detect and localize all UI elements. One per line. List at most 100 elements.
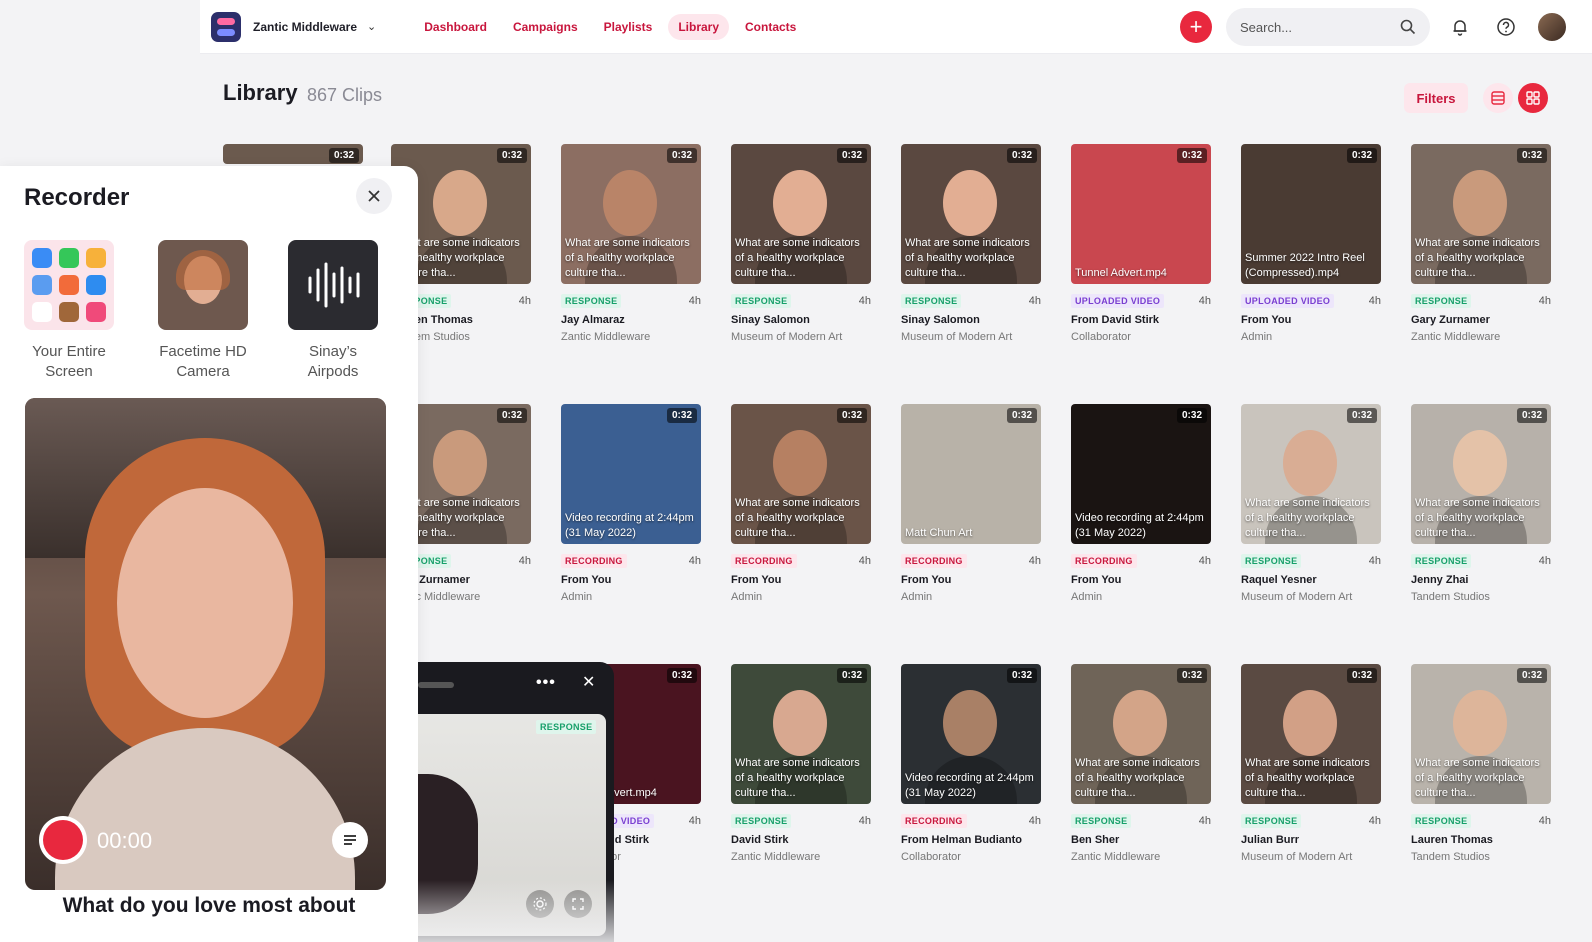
workspace-name: Zantic Middleware [253, 19, 358, 34]
clip-author: From You [901, 574, 952, 586]
clip-card[interactable]: 0:32 What are some indicators of a healt… [731, 664, 871, 863]
clip-duration: 0:32 [666, 668, 697, 683]
nav-campaigns[interactable]: Campaigns [503, 14, 588, 40]
clip-card[interactable]: 0:32 Summer 2022 Intro Reel (Compressed)… [1241, 144, 1381, 343]
clip-organization: Collaborator [1071, 331, 1131, 343]
record-icon [43, 820, 83, 860]
nav-library[interactable]: Library [668, 13, 730, 40]
clip-type-tag: UPLOADED VIDEO [1241, 294, 1335, 308]
clip-card[interactable]: 0:32 What are some indicators of a healt… [1411, 664, 1551, 863]
clip-thumbnail: 0:32 Video recording at 2:44pm (31 May 2… [901, 664, 1041, 804]
help-button[interactable] [1490, 11, 1522, 43]
clip-thumbnail: 0:32 What are some indicators of a healt… [901, 144, 1041, 284]
clip-organization: Admin [1241, 331, 1273, 343]
filters-button[interactable]: Filters [1404, 83, 1468, 113]
clip-duration: 0:32 [1176, 668, 1207, 683]
search-box [1226, 8, 1430, 46]
clip-card[interactable]: 0:32 What are some indicators of a healt… [901, 144, 1041, 343]
clip-author: Jenny Zhai [1411, 574, 1469, 586]
clip-organization: Admin [901, 591, 933, 603]
clip-duration: 0:32 [666, 148, 697, 163]
user-avatar[interactable] [1536, 11, 1568, 43]
notifications-button[interactable] [1444, 11, 1476, 43]
nav-dashboard[interactable]: Dashboard [414, 14, 497, 40]
clip-organization: Zantic Middleware [731, 851, 821, 863]
clip-caption: What are some indicators of a healthy wo… [735, 237, 860, 279]
search-icon[interactable] [1400, 19, 1416, 35]
clip-type-tag: RESPONSE [1241, 554, 1302, 568]
clip-age: 4h [688, 295, 701, 307]
clip-card[interactable]: 0:32 Video recording at 2:44pm (31 May 2… [561, 404, 701, 603]
clip-organization: Tandem Studios [1411, 591, 1490, 603]
clip-card[interactable]: 0:32 What are some indicators of a healt… [1411, 144, 1551, 343]
clip-card[interactable]: 0:32 What are some indicators of a healt… [731, 404, 871, 603]
list-view-button[interactable] [1483, 83, 1513, 113]
clip-type-tag: RESPONSE [731, 294, 792, 308]
source-facetime-camera[interactable]: Facetime HD Camera [148, 240, 258, 382]
clip-type-tag: RESPONSE [561, 294, 622, 308]
record-button[interactable] [39, 816, 87, 864]
clip-duration: 0:32 [836, 148, 867, 163]
clip-author: From You [1071, 574, 1122, 586]
clip-meta: RESPONSE 4h [731, 814, 871, 828]
clip-duration: 0:32 [328, 148, 359, 163]
chevron-down-icon: ⌄ [367, 21, 377, 33]
clip-caption: Video recording at 2:44pm (31 May 2022) [1075, 512, 1204, 539]
nav-playlists[interactable]: Playlists [594, 14, 663, 40]
bell-icon [1453, 20, 1467, 36]
clip-age: 4h [1198, 815, 1211, 827]
nav-contacts[interactable]: Contacts [735, 14, 806, 40]
clip-meta: RECORDING 4h [731, 554, 871, 568]
clip-card[interactable]: 0:32 What are some indicators of a healt… [1241, 664, 1381, 863]
camera-preview: 00:00 [25, 398, 386, 890]
workspace-switcher[interactable]: Zantic Middleware ⌄ [211, 11, 377, 42]
recorder-title: Recorder [24, 184, 130, 211]
clip-thumbnail: 0:32 What are some indicators of a healt… [1411, 664, 1551, 804]
clip-card[interactable]: 0:32 What are some indicators of a healt… [561, 144, 701, 343]
search-input[interactable] [1240, 19, 1380, 35]
clip-type-tag: RESPONSE [1071, 814, 1132, 828]
clip-age: 4h [1028, 295, 1041, 307]
clip-age: 4h [1368, 295, 1381, 307]
recorder-panel: Recorder Your Entire Screen Facetime HD Ca… [0, 166, 418, 942]
clip-meta: RESPONSE 4h [1241, 814, 1381, 828]
float-fullscreen-button[interactable] [564, 890, 592, 918]
clip-organization: Admin [731, 591, 763, 603]
clip-card-partial[interactable]: 0:32 [223, 144, 363, 164]
clip-card[interactable]: 0:32 What are some indicators of a healt… [1411, 404, 1551, 603]
clip-card[interactable]: 0:32 What are some indicators of a healt… [731, 144, 871, 343]
plus-icon: + [1189, 14, 1203, 39]
source-airpods[interactable]: Sinay’s Airpods [278, 240, 388, 382]
clip-card[interactable]: 0:32 Matt Chun Art RECORDING 4h From You… [901, 404, 1041, 603]
clip-card[interactable]: 0:32 Tunnel Advert.mp4 UPLOADED VIDEO 4h… [1071, 144, 1211, 343]
clip-author: From You [731, 574, 782, 586]
clip-meta: RESPONSE 4h [1411, 554, 1551, 568]
clip-card[interactable]: 0:32 What are some indicators of a healt… [1241, 404, 1381, 603]
clip-duration: 0:32 [1516, 668, 1547, 683]
clip-caption: Video recording at 2:44pm (31 May 2022) [905, 772, 1034, 799]
source-entire-screen[interactable]: Your Entire Screen [14, 240, 124, 382]
float-settings-button[interactable] [526, 890, 554, 918]
notes-button[interactable] [332, 822, 368, 858]
list-view-icon [1491, 91, 1505, 105]
clip-age: 4h [858, 815, 871, 827]
clip-card[interactable]: 0:32 What are some indicators of a healt… [1071, 664, 1211, 863]
close-float-icon[interactable]: ✕ [582, 672, 595, 692]
clip-type-tag: RESPONSE [901, 294, 962, 308]
grid-view-button[interactable] [1518, 83, 1548, 113]
clip-duration: 0:32 [836, 408, 867, 423]
clip-duration: 0:32 [1516, 148, 1547, 163]
clip-organization: Admin [1071, 591, 1103, 603]
clip-duration: 0:32 [1006, 148, 1037, 163]
clip-type-tag: RECORDING [731, 554, 797, 568]
drag-handle[interactable] [418, 682, 454, 688]
more-options-icon[interactable]: ••• [536, 674, 556, 692]
recorder-close-button[interactable] [356, 178, 392, 214]
prompt-question: What do you love most about [62, 894, 356, 917]
clip-organization: Museum of Modern Art [901, 331, 1013, 343]
clip-age: 4h [688, 555, 701, 567]
clip-thumbnail: 0:32 What are some indicators of a healt… [1411, 404, 1551, 544]
create-button[interactable]: + [1180, 11, 1212, 43]
clip-card[interactable]: 0:32 Video recording at 2:44pm (31 May 2… [901, 664, 1041, 863]
clip-card[interactable]: 0:32 Video recording at 2:44pm (31 May 2… [1071, 404, 1211, 603]
